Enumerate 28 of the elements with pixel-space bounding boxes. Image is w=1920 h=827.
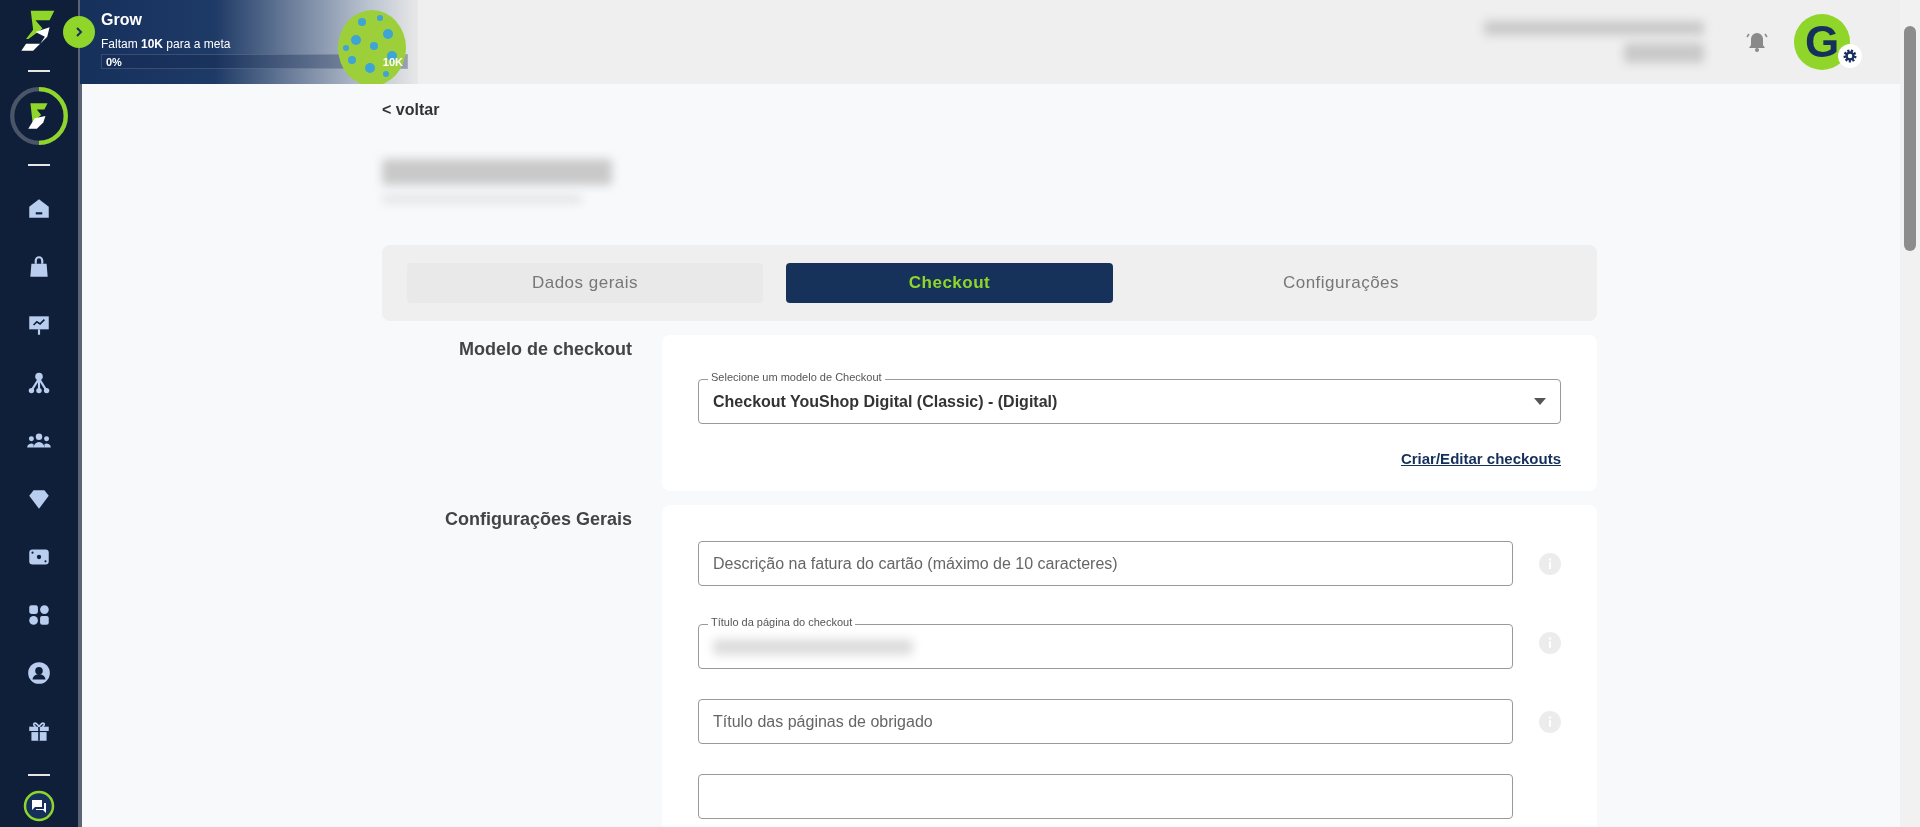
select-value: Checkout YouShop Digital (Classic) - (Digital) <box>713 392 1058 411</box>
progress-end-label: 10K <box>382 55 403 68</box>
chevron-right-icon <box>74 27 84 37</box>
tab[interactable]: Checkout <box>786 263 1113 303</box>
text-field[interactable]: Descrição na fatura do cartão (máximo de 10 caracteres) <box>698 541 1513 586</box>
goal-text: Faltam 10K para a meta <box>101 37 232 51</box>
logo-progress-icon <box>9 86 69 146</box>
user-circle-icon[interactable] <box>26 660 52 686</box>
scrollbar[interactable] <box>1900 0 1920 827</box>
network-icon[interactable] <box>26 370 52 396</box>
section-title: Configurações Gerais <box>443 508 633 531</box>
chat-icon[interactable] <box>23 790 55 822</box>
expand-button[interactable] <box>63 16 95 48</box>
field-label: Título da página do checkout <box>708 616 856 628</box>
tab[interactable]: Configurações <box>1136 263 1546 303</box>
user-avatar[interactable]: G <box>1794 14 1850 70</box>
apps-grid-icon[interactable] <box>26 602 52 628</box>
caret-icon <box>1534 398 1546 405</box>
section-title: Modelo de checkout <box>457 338 633 361</box>
back-link[interactable]: < voltar <box>382 101 440 119</box>
tab[interactable]: Dados gerais <box>407 263 763 303</box>
text-field[interactable] <box>698 774 1513 819</box>
text-field[interactable]: Título das páginas de obrigado <box>698 699 1513 744</box>
settings-icon[interactable] <box>1838 44 1862 68</box>
select-label: Selecione um modelo de Checkout <box>708 371 885 383</box>
edit-checkouts-link[interactable]: Criar/Editar checkouts <box>1400 450 1561 467</box>
banner-title: Grow <box>101 11 143 29</box>
progress-start-label: 0% <box>106 55 122 68</box>
